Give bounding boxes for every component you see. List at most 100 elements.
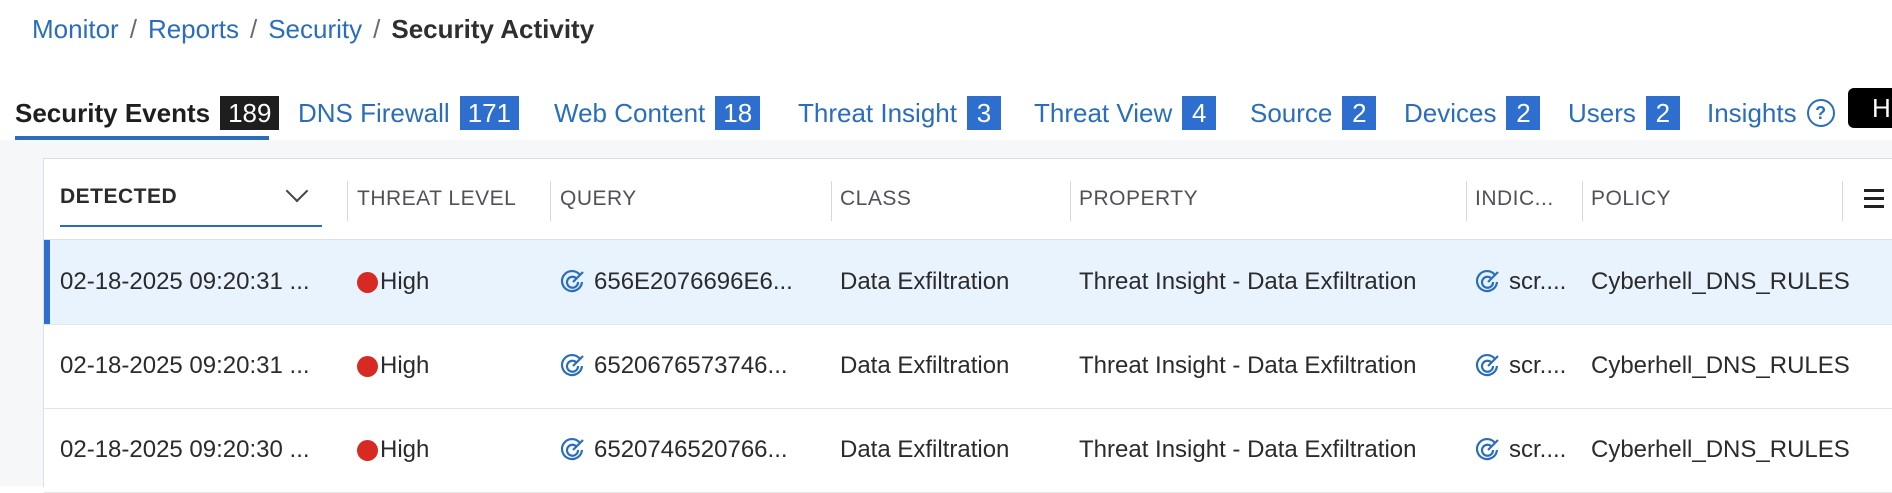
tab-label: Devices (1404, 97, 1497, 128)
column-header-policy[interactable]: POLICY (1591, 159, 1671, 239)
column-header-class[interactable]: CLASS (840, 159, 911, 239)
tab-label: Threat Insight (798, 97, 957, 128)
threat-level-text: High (380, 436, 430, 463)
cell-property: Threat Insight - Data Exfiltration (1079, 268, 1417, 295)
selected-row-indicator (44, 240, 50, 324)
cell-threat-level: High (357, 324, 429, 408)
tab-label: DNS Firewall (298, 97, 450, 128)
column-divider (347, 181, 348, 221)
help-circle-icon[interactable]: ? (1806, 99, 1835, 127)
query-text: 6520746520766... (594, 436, 788, 463)
cell-detected: 02-18-2025 09:20:31 ... (60, 268, 310, 295)
indicator-text: scr.... (1509, 352, 1567, 379)
threat-high-dot-icon (357, 271, 378, 293)
target-icon (560, 437, 584, 461)
table-row[interactable]: 02-18-2025 09:20:31 ... High 656E2076696… (44, 240, 1892, 325)
cell-policy: Cyberhell_DNS_RULES (1591, 268, 1850, 295)
tab-threat-insight[interactable]: Threat Insight 3 (798, 86, 1001, 140)
column-header-detected[interactable]: DETECTED (60, 173, 322, 227)
column-divider (1582, 181, 1583, 221)
tab-label: Source (1250, 97, 1333, 128)
breadcrumb-separator: / (129, 14, 137, 44)
column-divider (831, 181, 832, 221)
threat-level-text: High (380, 268, 430, 295)
cell-threat-level: High (357, 408, 429, 492)
breadcrumb-separator: / (373, 14, 381, 44)
query-text: 6520676573746... (594, 352, 788, 379)
cell-policy: Cyberhell_DNS_RULES (1591, 352, 1850, 379)
cell-indicator[interactable]: scr.... (1475, 240, 1566, 324)
threat-high-dot-icon (357, 439, 378, 461)
cell-class: Data Exfiltration (840, 352, 1010, 379)
breadcrumb: Monitor / Reports / Security / Security … (32, 14, 594, 45)
column-header-threat-level[interactable]: THREAT LEVEL (357, 159, 516, 239)
column-header-indicator[interactable]: INDIC... (1475, 159, 1554, 239)
cell-detected: 02-18-2025 09:20:30 ... (60, 436, 310, 463)
cell-property: Threat Insight - Data Exfiltration (1079, 352, 1417, 379)
target-icon (560, 353, 584, 377)
column-divider (1842, 181, 1843, 221)
column-divider (1070, 181, 1071, 221)
chevron-down-icon[interactable] (285, 179, 309, 203)
tab-count-badge: 189 (220, 96, 280, 130)
breadcrumb-reports[interactable]: Reports (148, 14, 239, 45)
column-header-label: DETECTED (60, 185, 178, 208)
tab-security-events[interactable]: Security Events 189 (15, 86, 280, 140)
column-header-query[interactable]: QUERY (560, 159, 637, 239)
hamburger-menu-icon[interactable] (1864, 189, 1884, 209)
tab-label: Security Events (15, 97, 211, 128)
breadcrumb-separator: / (249, 14, 258, 44)
tab-count-badge: 2 (1342, 96, 1377, 130)
cell-indicator[interactable]: scr.... (1475, 408, 1566, 492)
cell-query[interactable]: 6520746520766... (560, 408, 788, 492)
tab-web-content[interactable]: Web Content 18 (554, 86, 761, 140)
tab-bar: Security Events 189 DNS Firewall 171 Web… (0, 86, 1892, 140)
tab-count-badge: 171 (459, 96, 520, 130)
cell-class: Data Exfiltration (840, 436, 1010, 463)
cell-class: Data Exfiltration (840, 268, 1010, 295)
threat-level-text: High (380, 352, 430, 379)
breadcrumb-monitor[interactable]: Monitor (32, 14, 119, 45)
results-panel: DETECTED THREAT LEVEL QUERY CLASS PROPER… (0, 140, 1892, 493)
column-divider (1466, 181, 1467, 221)
target-icon (1475, 437, 1499, 461)
security-events-table: DETECTED THREAT LEVEL QUERY CLASS PROPER… (43, 158, 1892, 493)
indicator-text: scr.... (1509, 436, 1567, 463)
cell-indicator[interactable]: scr.... (1475, 324, 1566, 408)
target-icon (1475, 353, 1499, 377)
table-row[interactable]: 02-18-2025 09:20:30 ... High 65207465207… (44, 408, 1892, 493)
page-title: Security Activity (391, 14, 595, 44)
tab-count-badge: 18 (715, 96, 761, 130)
column-divider (550, 181, 551, 221)
tab-label: Insights (1707, 97, 1797, 128)
cell-detected: 02-18-2025 09:20:31 ... (60, 352, 310, 379)
tab-label: Users (1568, 97, 1636, 128)
column-header-property[interactable]: PROPERTY (1079, 159, 1198, 239)
tab-count-badge: 2 (1645, 96, 1680, 130)
tab-count-badge: 4 (1182, 96, 1217, 130)
target-icon (560, 269, 584, 293)
query-text: 656E2076696E6... (594, 268, 793, 295)
threat-high-dot-icon (357, 355, 378, 377)
tab-devices[interactable]: Devices 2 (1404, 86, 1541, 140)
tab-count-badge: 3 (966, 96, 1001, 130)
table-header: DETECTED THREAT LEVEL QUERY CLASS PROPER… (44, 159, 1892, 240)
tab-source[interactable]: Source 2 (1250, 86, 1377, 140)
indicator-text: scr.... (1509, 268, 1567, 295)
target-icon (1475, 269, 1499, 293)
tab-users[interactable]: Users 2 (1568, 86, 1680, 140)
breadcrumb-security[interactable]: Security (268, 14, 362, 45)
cell-policy: Cyberhell_DNS_RULES (1591, 436, 1850, 463)
cell-property: Threat Insight - Data Exfiltration (1079, 436, 1417, 463)
tab-insights[interactable]: Insights ? (1707, 86, 1835, 140)
tab-dns-firewall[interactable]: DNS Firewall 171 (298, 86, 520, 140)
table-row[interactable]: 02-18-2025 09:20:31 ... High 65206765737… (44, 324, 1892, 409)
cell-threat-level: High (357, 240, 429, 324)
tab-overflow-button[interactable]: H (1848, 88, 1892, 128)
tab-threat-view[interactable]: Threat View 4 (1034, 86, 1217, 140)
cell-query[interactable]: 656E2076696E6... (560, 240, 793, 324)
tab-label: Threat View (1034, 97, 1173, 128)
tab-label: Web Content (554, 97, 706, 128)
cell-query[interactable]: 6520676573746... (560, 324, 788, 408)
tab-count-badge: 2 (1506, 96, 1541, 130)
